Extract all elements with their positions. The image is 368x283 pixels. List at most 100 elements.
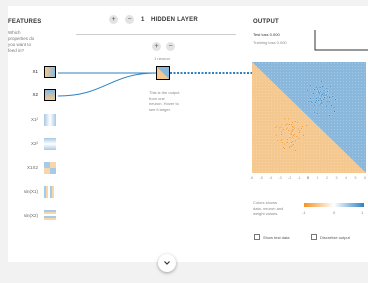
- show-test-data-toggle[interactable]: Show test data: [254, 234, 289, 240]
- data-point: [288, 146, 291, 149]
- data-point: [333, 110, 336, 113]
- data-point: [316, 112, 319, 115]
- data-point: [298, 137, 301, 140]
- data-point: [275, 124, 278, 128]
- data-point: [309, 97, 312, 100]
- legend-tick-neg: -1: [302, 210, 306, 215]
- data-point: [322, 98, 325, 101]
- axis-tick: -4: [269, 176, 273, 180]
- data-point: [323, 96, 326, 99]
- data-point: [326, 90, 329, 93]
- data-point: [319, 86, 322, 89]
- data-point: [290, 123, 293, 126]
- data-point: [325, 93, 328, 97]
- data-point: [298, 131, 301, 134]
- data-point: [290, 133, 293, 136]
- data-point: [321, 85, 324, 88]
- data-point: [306, 89, 309, 92]
- show-test-data-label: Show test data: [263, 234, 290, 240]
- neuron-note: This is the output from one neuron. Hove…: [149, 90, 180, 112]
- data-point: [322, 94, 326, 97]
- color-legend-text: Colors shows data, neuron and weight val…: [253, 200, 284, 216]
- data-point: [292, 143, 295, 146]
- data-point: [307, 100, 310, 103]
- data-point: [320, 80, 323, 83]
- data-point: [326, 95, 329, 99]
- data-point: [328, 114, 331, 117]
- data-point: [317, 90, 320, 94]
- data-point: [284, 124, 287, 127]
- axis-tick: 4: [345, 176, 347, 180]
- data-point: [326, 100, 329, 103]
- test-loss: Test loss 0.000: [253, 32, 280, 37]
- data-point: [291, 121, 294, 124]
- axis-tick: 5: [354, 176, 357, 180]
- data-point: [278, 126, 281, 129]
- data-point: [297, 127, 300, 131]
- data-point: [292, 126, 296, 129]
- hidden-neuron[interactable]: [156, 66, 170, 80]
- data-point: [286, 138, 289, 141]
- expand-button[interactable]: [158, 254, 176, 272]
- data-point: [329, 85, 332, 88]
- data-point: [291, 128, 295, 131]
- axis-tick: -6: [250, 176, 254, 180]
- data-point: [283, 142, 286, 146]
- data-point: [294, 139, 297, 142]
- data-point: [316, 96, 320, 99]
- axis-tick: -2: [288, 176, 292, 180]
- data-point: [319, 97, 322, 100]
- discretize-label: Discretize output: [320, 234, 350, 240]
- data-point: [328, 96, 331, 99]
- data-point: [287, 129, 290, 132]
- data-point: [280, 138, 283, 141]
- data-point: [309, 84, 312, 87]
- data-point: [283, 147, 286, 150]
- data-point: [313, 88, 316, 91]
- axis-tick: -5: [259, 176, 263, 180]
- output-heatmap[interactable]: [252, 62, 366, 173]
- data-point: [280, 123, 283, 126]
- legend-tick-zero: 0: [333, 210, 336, 215]
- data-point: [276, 139, 279, 142]
- data-point: [330, 104, 333, 107]
- axis-tick: -1: [297, 176, 301, 180]
- loss-chart: [314, 30, 368, 51]
- data-point: [286, 141, 289, 144]
- color-legend-bar: [304, 203, 364, 207]
- data-point: [294, 120, 297, 123]
- data-point: [294, 149, 297, 152]
- data-point: [331, 95, 334, 98]
- data-point: [322, 91, 325, 95]
- data-point: [288, 123, 291, 126]
- legend-tick-pos: 1: [361, 210, 364, 215]
- data-point: [288, 136, 292, 139]
- chevron-down-icon: [164, 260, 170, 265]
- data-point: [310, 101, 314, 104]
- data-point: [312, 92, 315, 95]
- discretize-checkbox[interactable]: [311, 234, 317, 240]
- link-x2-neuron[interactable]: [57, 72, 157, 97]
- output-title: OUTPUT: [253, 19, 279, 25]
- axis-tick: 3: [335, 176, 338, 180]
- data-point: [275, 134, 278, 137]
- show-test-data-checkbox[interactable]: [254, 234, 260, 240]
- axis-tick: 0: [307, 176, 309, 180]
- data-point: [328, 100, 331, 103]
- data-point: [313, 104, 316, 107]
- data-point: [332, 106, 336, 109]
- data-point: [290, 141, 293, 144]
- data-point: [301, 125, 304, 128]
- discretize-toggle[interactable]: Discretize output: [311, 234, 350, 240]
- data-point: [285, 127, 288, 131]
- data-point: [307, 107, 311, 110]
- data-point: [305, 124, 308, 127]
- data-point: [283, 117, 286, 120]
- axis-tick: -3: [278, 176, 282, 180]
- training-loss: Training loss 0.000: [253, 40, 287, 45]
- data-point: [331, 92, 334, 95]
- data-point: [315, 86, 318, 89]
- axis-tick: 6: [364, 176, 366, 180]
- data-point: [315, 99, 318, 102]
- data-point: [315, 97, 318, 100]
